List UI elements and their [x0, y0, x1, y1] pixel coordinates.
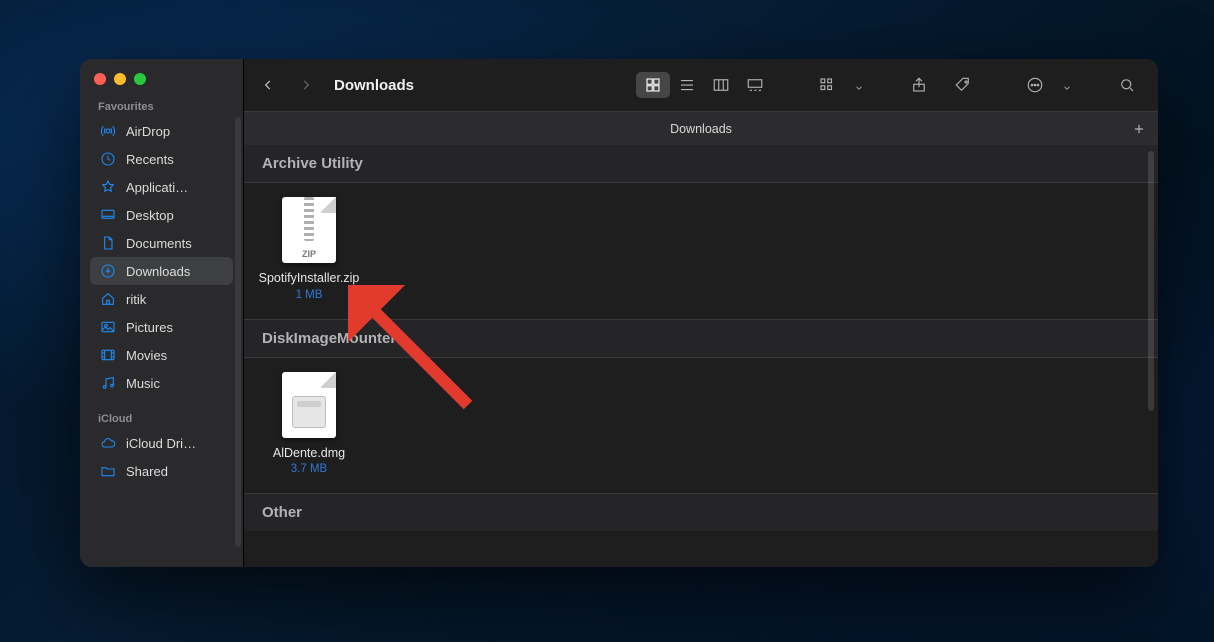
- sidebar-item-label: Movies: [126, 348, 167, 363]
- home-icon: [100, 291, 116, 307]
- music-icon: [100, 375, 116, 391]
- back-button[interactable]: [254, 73, 282, 97]
- view-icons-button[interactable]: [636, 72, 670, 98]
- forward-button[interactable]: [292, 73, 320, 97]
- sidebar-item-recents[interactable]: Recents: [90, 145, 233, 173]
- sidebar-item-label: Music: [126, 376, 160, 391]
- share-button[interactable]: [902, 72, 936, 98]
- sidebar-item-label: AirDrop: [126, 124, 170, 139]
- pictures-icon: [100, 319, 116, 335]
- fullscreen-window-button[interactable]: [134, 73, 146, 85]
- movies-icon: [100, 347, 116, 363]
- sidebar-item-airdrop[interactable]: AirDrop: [90, 117, 233, 145]
- toolbar: Downloads: [244, 59, 1158, 111]
- sidebar-item-applications[interactable]: Applicati…: [90, 173, 233, 201]
- airdrop-icon: [100, 123, 116, 139]
- file-name: SpotifyInstaller.zip: [259, 271, 360, 287]
- sidebar-item-home[interactable]: ritik: [90, 285, 233, 313]
- sidebar-item-icloud-drive[interactable]: iCloud Dri…: [90, 429, 233, 457]
- desktop-icon: [100, 207, 116, 223]
- search-button[interactable]: [1110, 72, 1144, 98]
- zip-file-icon: ZIP: [282, 197, 336, 263]
- chevron-down-icon: [854, 80, 864, 90]
- sidebar-item-label: ritik: [126, 292, 146, 307]
- sidebar-scrollbar[interactable]: [235, 117, 241, 547]
- sidebar-section-favourites: Favourites: [80, 95, 243, 117]
- zip-label: ZIP: [282, 249, 336, 259]
- close-window-button[interactable]: [94, 73, 106, 85]
- file-size: 3.7 MB: [291, 463, 327, 475]
- sidebar-item-label: Shared: [126, 464, 168, 479]
- view-list-button[interactable]: [670, 72, 704, 98]
- group-by-button[interactable]: [810, 72, 844, 98]
- sidebar-item-label: Recents: [126, 152, 174, 167]
- group-header-archive-utility: Archive Utility: [244, 145, 1158, 183]
- group-header-other: Other: [244, 494, 1158, 531]
- content-area: Archive Utility ZIP SpotifyInstaller.zip…: [244, 145, 1158, 567]
- sidebar-item-label: Downloads: [126, 264, 190, 279]
- sidebar-item-label: Pictures: [126, 320, 173, 335]
- sidebar-item-music[interactable]: Music: [90, 369, 233, 397]
- sidebar-item-label: Applicati…: [126, 180, 188, 195]
- view-columns-button[interactable]: [704, 72, 738, 98]
- sidebar-item-label: Documents: [126, 236, 192, 251]
- path-bar: Downloads: [244, 111, 1158, 145]
- sidebar-item-pictures[interactable]: Pictures: [90, 313, 233, 341]
- download-icon: [100, 263, 116, 279]
- tags-button[interactable]: [946, 72, 980, 98]
- file-item-aldente[interactable]: AlDente.dmg 3.7 MB: [254, 372, 364, 476]
- group-body-diskimagemounter: AlDente.dmg 3.7 MB: [244, 358, 1158, 495]
- clock-icon: [100, 151, 116, 167]
- document-icon: [100, 235, 116, 251]
- dmg-file-icon: [282, 372, 336, 438]
- sidebar-item-documents[interactable]: Documents: [90, 229, 233, 257]
- sidebar-item-desktop[interactable]: Desktop: [90, 201, 233, 229]
- chevron-down-icon: [1062, 80, 1072, 90]
- file-name: AlDente.dmg: [273, 446, 345, 462]
- file-size: 1 MB: [296, 289, 323, 301]
- main-area: Downloads Downloads: [244, 59, 1158, 567]
- finder-window: Favourites AirDrop Recents Applicati… De…: [80, 59, 1158, 567]
- minimize-window-button[interactable]: [114, 73, 126, 85]
- actions-button[interactable]: [1018, 72, 1052, 98]
- add-tab-button[interactable]: [1126, 116, 1152, 142]
- sidebar-icloud-list: iCloud Dri… Shared: [80, 429, 243, 485]
- group-header-diskimagemounter: DiskImageMounter: [244, 320, 1158, 358]
- sidebar-item-label: iCloud Dri…: [126, 436, 196, 451]
- cloud-icon: [100, 435, 116, 451]
- applications-icon: [100, 179, 116, 195]
- file-item-spotify-installer[interactable]: ZIP SpotifyInstaller.zip 1 MB: [254, 197, 364, 301]
- view-mode-group: [636, 72, 772, 98]
- window-controls: [80, 59, 243, 95]
- group-body-archive-utility: ZIP SpotifyInstaller.zip 1 MB: [244, 183, 1158, 320]
- path-bar-title: Downloads: [670, 122, 732, 136]
- content-scrollbar[interactable]: [1148, 151, 1154, 411]
- sidebar-favourites-list: AirDrop Recents Applicati… Desktop Docum…: [80, 117, 243, 397]
- window-title: Downloads: [334, 77, 414, 94]
- sidebar-item-label: Desktop: [126, 208, 174, 223]
- view-gallery-button[interactable]: [738, 72, 772, 98]
- sidebar-item-downloads[interactable]: Downloads: [90, 257, 233, 285]
- shared-folder-icon: [100, 463, 116, 479]
- sidebar-item-movies[interactable]: Movies: [90, 341, 233, 369]
- sidebar: Favourites AirDrop Recents Applicati… De…: [80, 59, 244, 567]
- sidebar-item-shared[interactable]: Shared: [90, 457, 233, 485]
- sidebar-section-icloud: iCloud: [80, 407, 243, 429]
